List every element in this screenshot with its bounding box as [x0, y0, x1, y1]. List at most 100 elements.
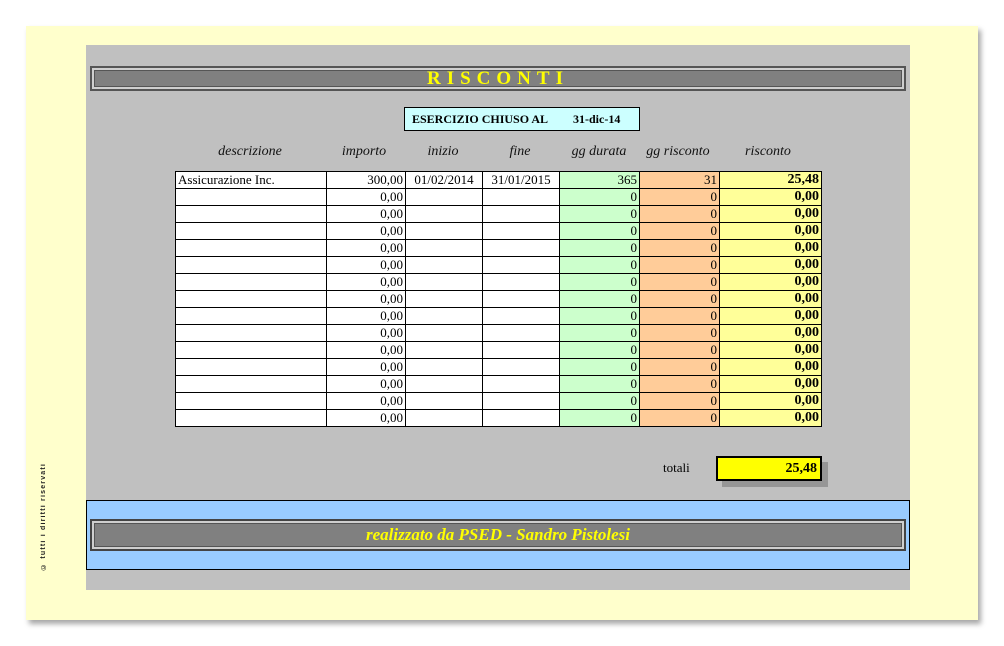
cell-importo[interactable]: 0,00 [326, 358, 406, 376]
cell-gg-durata[interactable]: 0 [559, 239, 640, 257]
cell-descrizione[interactable] [175, 256, 327, 274]
cell-gg-durata[interactable]: 0 [559, 409, 640, 427]
cell-inizio[interactable] [405, 222, 483, 240]
cell-fine[interactable] [482, 188, 560, 206]
cell-gg-durata[interactable]: 0 [559, 358, 640, 376]
cell-fine[interactable] [482, 392, 560, 410]
cell-gg-risconto[interactable]: 0 [639, 256, 720, 274]
cell-importo[interactable]: 0,00 [326, 290, 406, 308]
cell-gg-risconto[interactable]: 31 [639, 171, 720, 189]
cell-gg-risconto[interactable]: 0 [639, 324, 720, 342]
esercizio-date[interactable]: 31-dic-14 [573, 112, 620, 127]
cell-descrizione[interactable] [175, 409, 327, 427]
cell-descrizione[interactable] [175, 290, 327, 308]
cell-descrizione[interactable] [175, 273, 327, 291]
cell-importo[interactable]: 0,00 [326, 256, 406, 274]
cell-fine[interactable] [482, 256, 560, 274]
cell-fine[interactable] [482, 358, 560, 376]
cell-risconto[interactable]: 0,00 [719, 205, 822, 223]
cell-gg-risconto[interactable]: 0 [639, 409, 720, 427]
cell-risconto[interactable]: 0,00 [719, 239, 822, 257]
cell-fine[interactable] [482, 375, 560, 393]
cell-importo[interactable]: 0,00 [326, 188, 406, 206]
cell-importo[interactable]: 0,00 [326, 307, 406, 325]
cell-fine[interactable] [482, 273, 560, 291]
cell-fine[interactable] [482, 307, 560, 325]
cell-descrizione[interactable] [175, 222, 327, 240]
cell-inizio[interactable] [405, 239, 483, 257]
cell-inizio[interactable] [405, 273, 483, 291]
cell-gg-durata[interactable]: 0 [559, 307, 640, 325]
totali-value[interactable]: 25,48 [716, 456, 822, 481]
cell-inizio[interactable] [405, 290, 483, 308]
cell-descrizione[interactable] [175, 239, 327, 257]
cell-inizio[interactable] [405, 256, 483, 274]
cell-gg-risconto[interactable]: 0 [639, 222, 720, 240]
cell-descrizione[interactable] [175, 324, 327, 342]
cell-descrizione[interactable]: Assicurazione Inc. [175, 171, 327, 189]
cell-importo[interactable]: 0,00 [326, 273, 406, 291]
cell-risconto[interactable]: 0,00 [719, 392, 822, 410]
cell-gg-risconto[interactable]: 0 [639, 341, 720, 359]
cell-inizio[interactable] [405, 205, 483, 223]
cell-descrizione[interactable] [175, 205, 327, 223]
cell-gg-durata[interactable]: 365 [559, 171, 640, 189]
cell-risconto[interactable]: 0,00 [719, 256, 822, 274]
cell-gg-risconto[interactable]: 0 [639, 307, 720, 325]
cell-risconto[interactable]: 0,00 [719, 409, 822, 427]
cell-risconto[interactable]: 0,00 [719, 341, 822, 359]
cell-gg-durata[interactable]: 0 [559, 222, 640, 240]
cell-risconto[interactable]: 0,00 [719, 358, 822, 376]
cell-gg-durata[interactable]: 0 [559, 324, 640, 342]
cell-gg-risconto[interactable]: 0 [639, 375, 720, 393]
cell-gg-risconto[interactable]: 0 [639, 358, 720, 376]
cell-gg-durata[interactable]: 0 [559, 256, 640, 274]
cell-gg-risconto[interactable]: 0 [639, 392, 720, 410]
cell-risconto[interactable]: 0,00 [719, 307, 822, 325]
cell-importo[interactable]: 0,00 [326, 392, 406, 410]
esercizio-box[interactable]: ESERCIZIO CHIUSO AL 31-dic-14 [404, 107, 640, 131]
cell-fine[interactable] [482, 324, 560, 342]
cell-inizio[interactable]: 01/02/2014 [405, 171, 483, 189]
cell-descrizione[interactable] [175, 375, 327, 393]
cell-risconto[interactable]: 0,00 [719, 290, 822, 308]
cell-importo[interactable]: 0,00 [326, 205, 406, 223]
cell-risconto[interactable]: 0,00 [719, 375, 822, 393]
cell-inizio[interactable] [405, 188, 483, 206]
cell-fine[interactable] [482, 341, 560, 359]
cell-gg-durata[interactable]: 0 [559, 341, 640, 359]
cell-gg-durata[interactable]: 0 [559, 375, 640, 393]
cell-risconto[interactable]: 0,00 [719, 188, 822, 206]
cell-descrizione[interactable] [175, 358, 327, 376]
cell-gg-durata[interactable]: 0 [559, 273, 640, 291]
cell-fine[interactable] [482, 239, 560, 257]
cell-inizio[interactable] [405, 375, 483, 393]
cell-gg-durata[interactable]: 0 [559, 290, 640, 308]
cell-inizio[interactable] [405, 341, 483, 359]
cell-inizio[interactable] [405, 392, 483, 410]
cell-descrizione[interactable] [175, 392, 327, 410]
cell-risconto[interactable]: 0,00 [719, 222, 822, 240]
cell-risconto[interactable]: 25,48 [719, 171, 822, 189]
cell-importo[interactable]: 0,00 [326, 239, 406, 257]
cell-importo[interactable]: 0,00 [326, 222, 406, 240]
cell-inizio[interactable] [405, 409, 483, 427]
cell-fine[interactable]: 31/01/2015 [482, 171, 560, 189]
cell-importo[interactable]: 0,00 [326, 409, 406, 427]
cell-gg-risconto[interactable]: 0 [639, 239, 720, 257]
cell-gg-risconto[interactable]: 0 [639, 188, 720, 206]
cell-risconto[interactable]: 0,00 [719, 324, 822, 342]
cell-gg-risconto[interactable]: 0 [639, 205, 720, 223]
cell-descrizione[interactable] [175, 188, 327, 206]
cell-descrizione[interactable] [175, 307, 327, 325]
cell-fine[interactable] [482, 409, 560, 427]
cell-gg-durata[interactable]: 0 [559, 392, 640, 410]
cell-fine[interactable] [482, 290, 560, 308]
cell-inizio[interactable] [405, 307, 483, 325]
cell-gg-durata[interactable]: 0 [559, 188, 640, 206]
cell-importo[interactable]: 0,00 [326, 375, 406, 393]
cell-gg-risconto[interactable]: 0 [639, 290, 720, 308]
cell-risconto[interactable]: 0,00 [719, 273, 822, 291]
cell-gg-risconto[interactable]: 0 [639, 273, 720, 291]
cell-inizio[interactable] [405, 358, 483, 376]
